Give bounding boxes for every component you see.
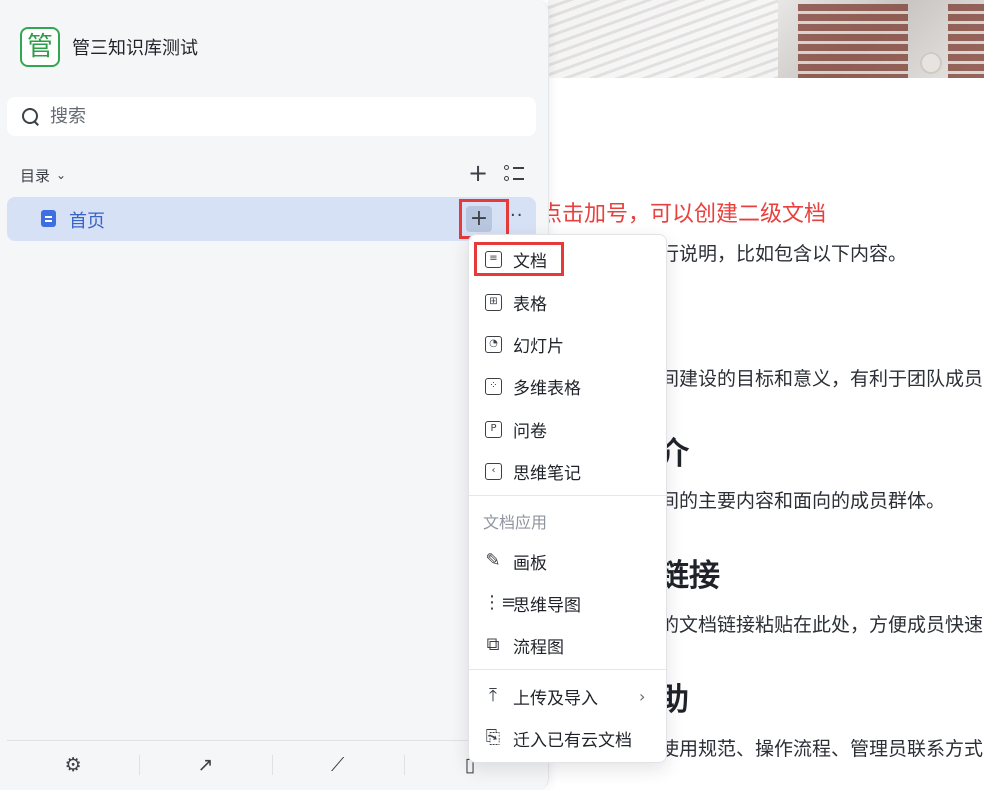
survey-icon: P <box>485 420 502 438</box>
stats-button[interactable]: ⟋ <box>271 741 404 790</box>
doc-paragraph: 间建设的目标和意义，有利于团队成员 <box>660 368 984 390</box>
menu-section-title: 文档应用 <box>483 513 548 532</box>
cover-bookshelf <box>798 4 908 78</box>
menu-divider <box>469 669 666 670</box>
import-doc-icon: ⎘ <box>485 727 501 748</box>
menu-item-mindnote[interactable]: ‹ 思维笔记 <box>469 451 666 491</box>
doc-paragraph: 行说明，比如包含以下内容。 <box>660 243 908 265</box>
cover-bookshelf <box>948 4 984 78</box>
sheet-icon: ⊞ <box>485 293 502 311</box>
menu-item-label: 上传及导入 <box>513 688 598 709</box>
menu-item-flowchart[interactable]: ⧉ 流程图 <box>469 625 666 665</box>
menu-item-whiteboard[interactable]: ✎ 画板 <box>469 541 666 581</box>
menu-item-slides[interactable]: ◔ 幻灯片 <box>469 324 666 364</box>
menu-item-label: 画板 <box>513 553 547 574</box>
menu-item-base[interactable]: ⁘ 多维表格 <box>469 366 666 406</box>
menu-item-mindmap[interactable]: ⋮≡ 思维导图 <box>469 583 666 623</box>
menu-divider <box>469 495 666 496</box>
mindnote-icon: ‹ <box>485 462 502 480</box>
nav-item-home[interactable]: 首页 + ·· <box>7 197 536 241</box>
doc-paragraph: 使用规范、操作流程、管理员联系方式 <box>660 738 984 760</box>
share-icon: ↗ <box>197 754 214 776</box>
cover-stairs <box>548 0 778 78</box>
menu-item-label: 流程图 <box>513 637 564 658</box>
menu-item-upload[interactable]: ⤒ 上传及导入 › <box>469 676 666 716</box>
menu-item-label: 表格 <box>513 294 547 315</box>
toc-header: 目录 ⌄ + <box>20 161 530 187</box>
doc-paragraph: 间的主要内容和面向的成员群体。 <box>660 490 946 512</box>
menu-item-sheet[interactable]: ⊞ 表格 <box>469 282 666 322</box>
annotation-text: 点击加号，可以创建二级文档 <box>540 202 827 227</box>
menu-item-label: 思维笔记 <box>513 463 581 484</box>
doc-paragraph: 的文档链接粘贴在此处，方便成员快速 <box>660 614 984 636</box>
cover-image <box>548 0 984 78</box>
flowchart-icon: ⧉ <box>486 634 500 655</box>
bottom-toolbar: ⚙ ↗ ⟋ ▯ <box>7 740 536 790</box>
toc-label[interactable]: 目录 <box>20 165 50 186</box>
upload-icon: ⤒ <box>489 685 497 706</box>
kb-logo: 管 <box>20 27 60 67</box>
slides-icon: ◔ <box>485 335 502 353</box>
menu-item-label: 多维表格 <box>513 378 581 399</box>
more-icon[interactable]: ·· <box>510 205 523 226</box>
menu-item-label: 幻灯片 <box>513 336 564 357</box>
menu-item-label: 问卷 <box>513 421 547 442</box>
cover-lamp <box>920 52 942 74</box>
menu-item-migrate[interactable]: ⎘ 迁入已有云文档 <box>469 718 666 758</box>
share-button[interactable]: ↗ <box>139 741 271 790</box>
list-view-icon[interactable] <box>504 165 524 183</box>
kb-header: 管 管三知识库测试 <box>20 27 198 67</box>
doc-heading: 链接 <box>658 558 720 594</box>
nav-item-label: 首页 <box>69 211 105 232</box>
kb-title[interactable]: 管三知识库测试 <box>72 34 198 60</box>
chart-icon: ⟋ <box>330 754 345 776</box>
search-icon <box>21 107 40 126</box>
search-box[interactable] <box>7 97 536 136</box>
document-icon <box>41 210 56 227</box>
whiteboard-icon: ✎ <box>485 550 501 571</box>
search-input[interactable] <box>50 106 490 127</box>
chevron-down-icon[interactable]: ⌄ <box>56 168 66 182</box>
settings-button[interactable]: ⚙ <box>7 741 139 790</box>
add-icon[interactable]: + <box>468 161 488 185</box>
create-menu: ≡ 文档 ⊞ 表格 ◔ 幻灯片 ⁘ 多维表格 P 问卷 ‹ 思维笔记 文档应用 … <box>468 234 667 763</box>
gear-icon: ⚙ <box>64 754 82 776</box>
sidebar: 管 管三知识库测试 目录 ⌄ + 首页 + ·· ⚙ ↗ ⟋ ▯ <box>0 0 549 790</box>
highlight-box <box>474 242 564 276</box>
menu-item-label: 迁入已有云文档 <box>513 730 632 751</box>
base-icon: ⁘ <box>485 377 502 395</box>
menu-item-label: 思维导图 <box>513 595 581 616</box>
menu-item-survey[interactable]: P 问卷 <box>469 409 666 449</box>
chevron-right-icon: › <box>639 686 646 706</box>
mindmap-icon: ⋮≡ <box>483 592 517 613</box>
highlight-box <box>459 199 509 239</box>
